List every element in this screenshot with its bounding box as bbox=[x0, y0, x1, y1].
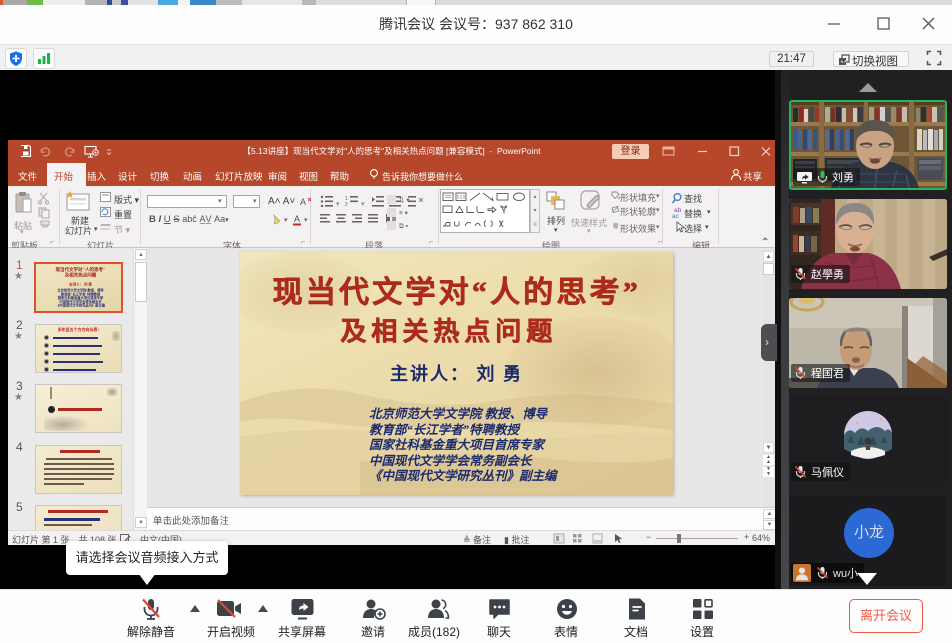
svg-text:ac: ac bbox=[672, 213, 680, 219]
svg-text:▾: ▾ bbox=[284, 217, 288, 224]
svg-text:≡ ▾: ≡ ▾ bbox=[399, 210, 409, 217]
svg-text:▾: ▾ bbox=[304, 217, 308, 224]
svg-text:▾: ▾ bbox=[361, 201, 365, 207]
svg-text:▾: ▾ bbox=[336, 201, 340, 207]
svg-text:2: 2 bbox=[345, 202, 348, 207]
svg-text:⧉ ▾: ⧉ ▾ bbox=[399, 223, 408, 230]
svg-text:A: A bbox=[300, 197, 306, 207]
svg-text:A: A bbox=[294, 214, 300, 224]
svg-text:⇅ ▾: ⇅ ▾ bbox=[399, 197, 410, 204]
